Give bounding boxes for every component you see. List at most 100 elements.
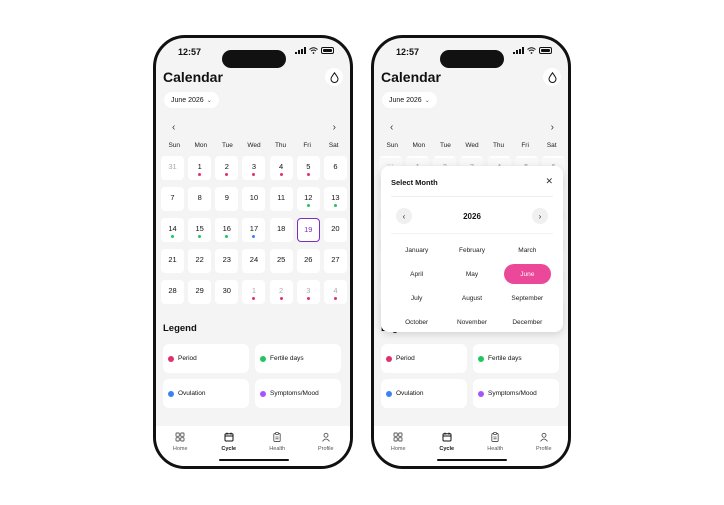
tab-profile[interactable]: Profile [524, 432, 564, 466]
month-option-july[interactable]: July [389, 288, 444, 308]
calendar-day[interactable]: 31 [161, 156, 184, 180]
calendar-day[interactable]: 20 [323, 218, 347, 242]
calendar-day[interactable]: 25 [269, 249, 293, 273]
tab-home[interactable]: Home [160, 432, 200, 466]
month-option-november[interactable]: November [444, 312, 499, 332]
legend-dot [168, 390, 174, 397]
calendar-day[interactable]: 6 [323, 156, 347, 180]
calendar-day[interactable]: 8 [188, 187, 212, 211]
calendar-day[interactable]: 17 [242, 218, 266, 242]
month-selector[interactable]: June 2026 ⌄ [382, 92, 437, 108]
day-number: 31 [168, 162, 177, 171]
day-number: 16 [222, 224, 231, 233]
calendar-day[interactable]: 13 [323, 187, 347, 211]
status-time: 12:57 [396, 47, 420, 57]
month-option-august[interactable]: August [444, 288, 499, 308]
calendar-day[interactable]: 2 [269, 280, 293, 304]
calendar-day[interactable]: 15 [188, 218, 212, 242]
clipboard-icon [272, 432, 282, 444]
close-icon[interactable]: ✕ [545, 176, 553, 187]
legend-item-symptoms: Symptoms/Mood [255, 379, 341, 408]
dynamic-island [222, 50, 286, 68]
calendar-day[interactable]: 16 [215, 218, 239, 242]
legend: Period Fertile days Ovulation Symptoms/Mood [163, 344, 347, 408]
day-number: 4 [333, 286, 338, 295]
day-indicator-dot [171, 235, 174, 238]
calendar-day[interactable]: 11 [269, 187, 293, 211]
calendar-day[interactable]: 22 [188, 249, 212, 273]
calendar-day[interactable]: 27 [323, 249, 347, 273]
month-option-december[interactable]: December [500, 312, 555, 332]
day-number: 3 [306, 286, 311, 295]
calendar-day[interactable]: 23 [215, 249, 239, 273]
calendar-day[interactable]: 24 [242, 249, 266, 273]
chevron-down-icon: ⌄ [424, 97, 430, 104]
calendar-day[interactable]: 3 [242, 156, 266, 180]
calendar-day[interactable]: 21 [161, 249, 184, 273]
wifi-icon [527, 47, 536, 54]
next-year-button[interactable]: › [532, 208, 548, 224]
day-number: 10 [249, 193, 259, 202]
month-selector[interactable]: June 2026 ⌄ [164, 92, 219, 108]
weekday-label: Fri [303, 142, 311, 149]
calendar-day[interactable]: 18 [269, 218, 293, 242]
calendar-day[interactable]: 26 [296, 249, 320, 273]
chevron-right-icon: › [538, 211, 542, 221]
calendar-day[interactable]: 2 [215, 156, 239, 180]
weekday-label: Wed [247, 142, 261, 149]
home-grid-icon [393, 432, 403, 444]
day-indicator-dot [333, 297, 337, 300]
calendar-day[interactable]: 12 [296, 187, 320, 211]
calendar-day[interactable]: 5 [296, 156, 320, 180]
calendar-day[interactable]: 28 [161, 280, 184, 304]
month-option-june[interactable]: June [503, 264, 551, 284]
legend-label: Symptoms/Mood [488, 390, 537, 397]
calendar-day[interactable]: 4 [323, 280, 347, 304]
day-number: 19 [304, 225, 313, 234]
month-option-october[interactable]: October [389, 312, 444, 332]
prev-month-button[interactable]: ‹ [390, 122, 393, 133]
month-picker-sheet: Select Month ✕ ‹ 2026 › January February M… [381, 166, 563, 332]
calendar-day[interactable]: 1 [242, 280, 266, 304]
calendar-day[interactable]: 30 [215, 280, 239, 304]
calendar-day[interactable]: 3 [296, 280, 320, 304]
calendar-day[interactable]: 10 [242, 187, 266, 211]
month-option-february[interactable]: February [444, 240, 499, 260]
legend-item-fertile: Fertile days [255, 344, 341, 373]
tab-label: Profile [535, 446, 552, 452]
weekday-label: Tue [439, 142, 451, 149]
home-grid-icon [175, 432, 185, 444]
tab-home[interactable]: Home [378, 432, 418, 466]
next-month-button[interactable]: › [333, 122, 336, 133]
chevron-down-icon: ⌄ [206, 97, 212, 104]
tab-profile[interactable]: Profile [306, 432, 346, 466]
legend-dot [386, 355, 392, 362]
legend-dot [168, 355, 174, 362]
month-nav: ‹ › [156, 122, 350, 134]
legend-label: Ovulation [178, 390, 206, 397]
drop-button[interactable] [325, 68, 343, 86]
day-number: 22 [195, 255, 204, 264]
calendar-day[interactable]: 14 [161, 218, 184, 242]
prev-month-button[interactable]: ‹ [172, 122, 175, 133]
calendar-day[interactable]: 9 [215, 187, 239, 211]
calendar-day[interactable]: 29 [188, 280, 212, 304]
calendar-day[interactable]: 1 [188, 156, 212, 180]
day-number: 11 [277, 193, 286, 202]
month-option-april[interactable]: April [389, 264, 444, 284]
next-month-button[interactable]: › [551, 122, 554, 133]
calendar-day[interactable]: 7 [161, 187, 184, 211]
calendar-day[interactable]: 4 [269, 156, 293, 180]
month-option-march[interactable]: March [500, 240, 555, 260]
month-option-september[interactable]: September [500, 288, 555, 308]
month-nav: ‹ › [374, 122, 568, 134]
drop-button[interactable] [543, 68, 561, 86]
day-indicator-dot [252, 235, 256, 238]
calendar-day[interactable]: 19 [296, 218, 320, 242]
day-number: 15 [195, 224, 204, 233]
legend-item-symptoms: Symptoms/Mood [473, 379, 559, 408]
month-option-january[interactable]: January [389, 240, 444, 260]
legend-label: Fertile days [488, 355, 522, 362]
day-number: 8 [197, 193, 202, 202]
month-option-may[interactable]: May [444, 264, 499, 284]
